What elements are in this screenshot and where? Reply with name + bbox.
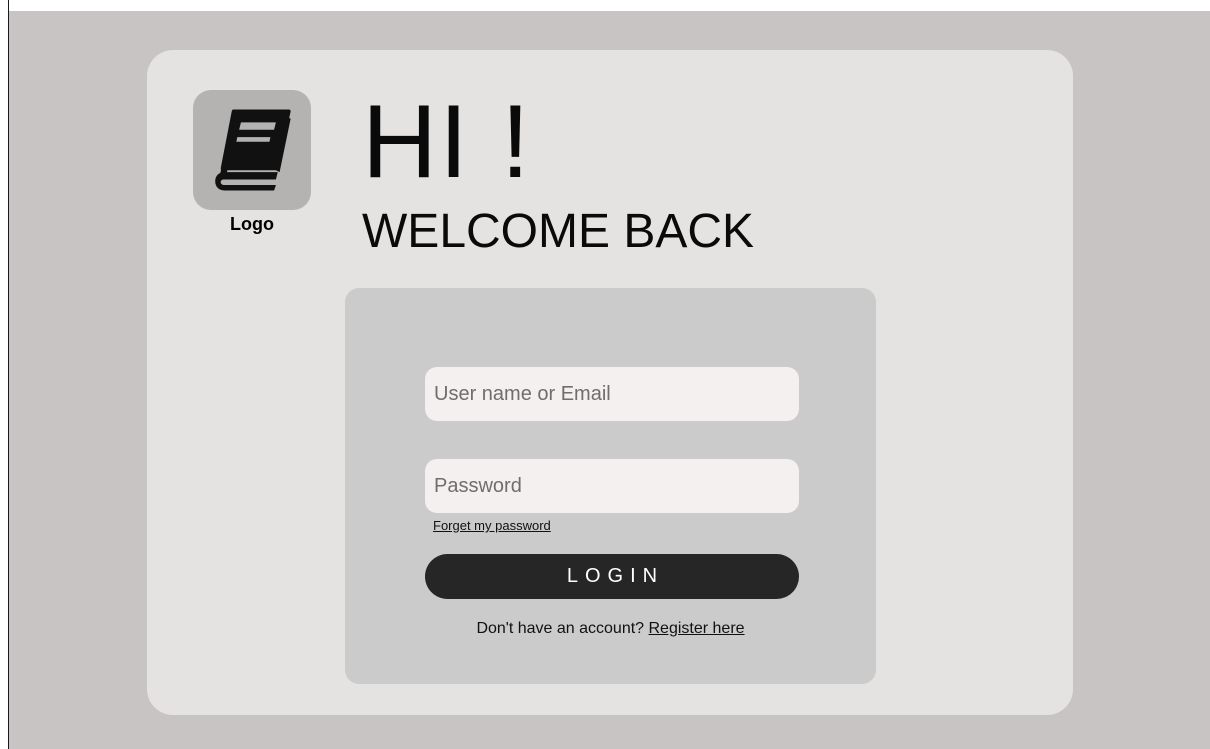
login-button[interactable]: LOGIN [425,554,799,599]
greeting-title: HI ! [362,84,532,200]
book-icon [215,109,291,191]
register-link[interactable]: Register here [649,620,745,637]
logo-label: Logo [230,214,274,234]
forgot-password-link[interactable]: Forget my password [433,518,551,533]
password-input[interactable] [425,459,799,513]
register-prompt-text: Don't have an account? [476,620,649,637]
greeting-subtitle: WELCOME BACK [362,205,755,258]
username-email-input[interactable] [425,367,799,421]
register-prompt: Don't have an account? Register here [345,620,876,638]
logo [193,90,311,210]
